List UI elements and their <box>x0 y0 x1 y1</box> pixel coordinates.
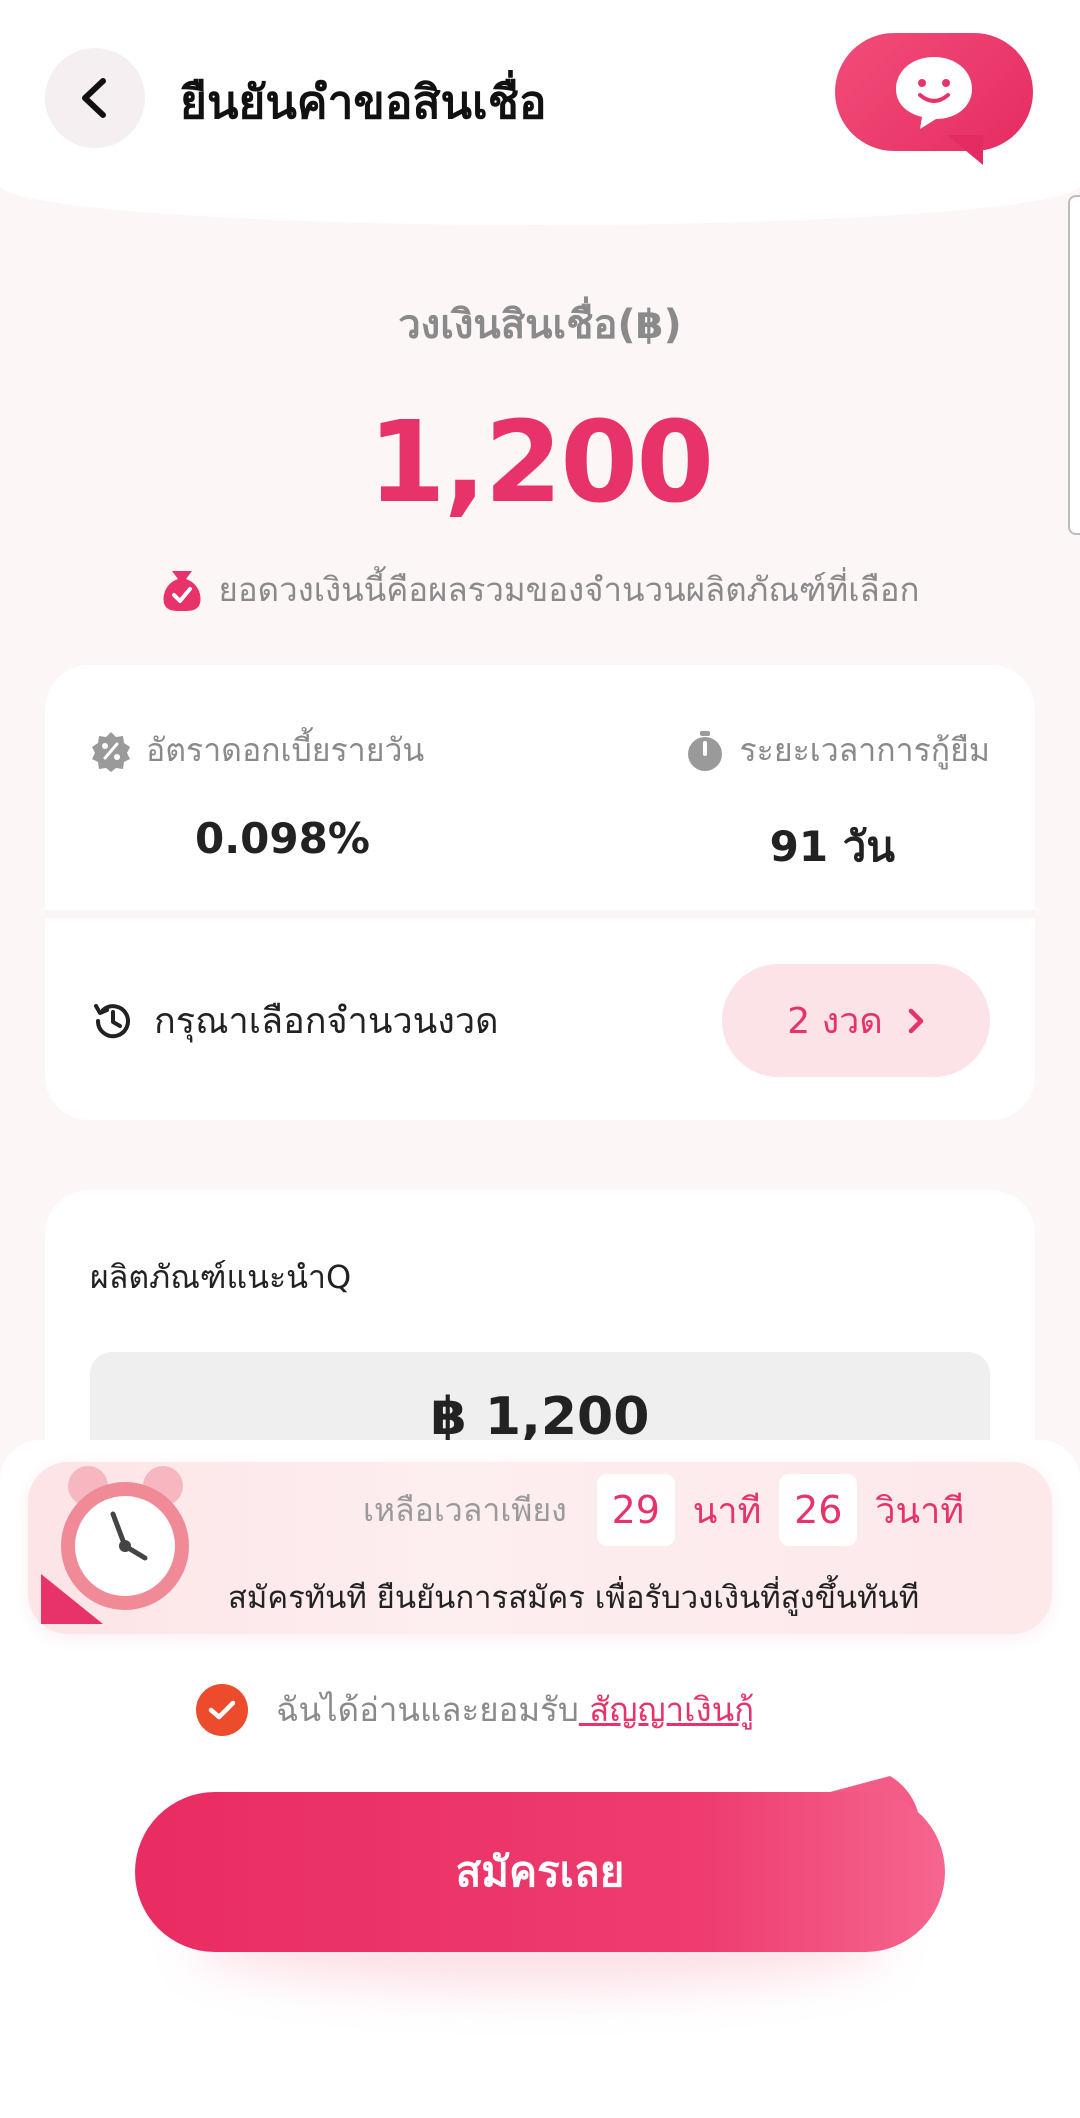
amount-note: ยอดวงเงินนี้คือผลรวมของจำนวนผลิตภัณฑ์ที่… <box>0 563 1080 616</box>
percent-badge-icon <box>92 731 130 772</box>
divider <box>45 910 1035 918</box>
countdown-minutes-unit: นาที <box>692 1490 762 1532</box>
loan-term-label: ระยะเวลาการกู้ยืม <box>739 731 990 769</box>
daily-rate-label: อัตราดอกเบี้ยรายวัน <box>146 731 425 769</box>
countdown-seconds: 26 <box>779 1474 858 1546</box>
loan-info-card: อัตราดอกเบี้ยรายวัน 0.098% ระยะเวลาการกู… <box>45 665 1035 1120</box>
product-title: ผลิตภัณฑ์แนะนำQ <box>90 1258 352 1296</box>
history-icon <box>94 1003 130 1038</box>
loan-amount-label: วงเงินสินเชื่อ(฿) <box>398 302 682 348</box>
stopwatch-icon <box>688 730 723 771</box>
loan-term-value: 91 วัน <box>769 822 895 871</box>
back-button[interactable] <box>45 48 145 148</box>
agreement-text: ฉันได้อ่านและยอมรับ <box>276 1690 579 1729</box>
agreement-row: ฉันได้อ่านและยอมรับ สัญญาเงินกู้ <box>196 1683 754 1736</box>
agreement-checkbox[interactable] <box>196 1683 248 1736</box>
loan-term: ระยะเวลาการกู้ยืม 91 วัน <box>550 725 990 880</box>
installment-label: กรุณาเลือกจำนวนงวด <box>154 1001 499 1042</box>
countdown-banner: เหลือเวลาเพียง 29 นาที 26 วินาที สมัครทั… <box>28 1462 1052 1634</box>
daily-rate: อัตราดอกเบี้ยรายวัน 0.098% <box>90 725 530 863</box>
chevron-left-icon <box>82 78 106 118</box>
chevron-right-icon <box>908 1008 924 1033</box>
customer-support-button[interactable] <box>835 33 1033 151</box>
loan-confirmation-screen: ยืนยันคำขอสินเชื่อ วงเงินสินเชื่อ(฿) 1,2… <box>0 0 1080 2118</box>
loan-amount-value: 1,200 <box>367 398 714 528</box>
installment-select[interactable]: 2 งวด <box>722 964 990 1077</box>
countdown-subtitle: สมัครทันที ยืนยันการสมัคร เพื่อรับวงเงิน… <box>228 1580 920 1616</box>
header: ยืนยันคำขอสินเชื่อ <box>0 0 1080 225</box>
chat-support-icon <box>896 57 972 129</box>
alarm-clock-icon <box>41 1466 189 1624</box>
countdown-prefix: เหลือเวลาเพียง <box>363 1490 567 1529</box>
money-bag-icon <box>163 570 201 611</box>
countdown-minutes: 29 <box>596 1474 675 1546</box>
installment-row: กรุณาเลือกจำนวนงวด 2 งวด <box>90 963 990 1078</box>
loan-contract-link[interactable]: สัญญาเงินกู้ <box>579 1690 754 1729</box>
checkmark-icon <box>208 1700 236 1719</box>
apply-button[interactable]: สมัครเลย <box>135 1792 945 1952</box>
amount-note-text: ยอดวงเงินนี้คือผลรวมของจำนวนผลิตภัณฑ์ที่… <box>218 570 920 609</box>
daily-rate-value: 0.098% <box>195 814 370 863</box>
installment-value: 2 งวด <box>787 1001 883 1042</box>
countdown-seconds-unit: วินาที <box>875 1490 965 1532</box>
page-title: ยืนยันคำขอสินเชื่อ <box>180 75 547 129</box>
countdown-row: เหลือเวลาเพียง 29 นาที 26 วินาที <box>363 1474 964 1546</box>
